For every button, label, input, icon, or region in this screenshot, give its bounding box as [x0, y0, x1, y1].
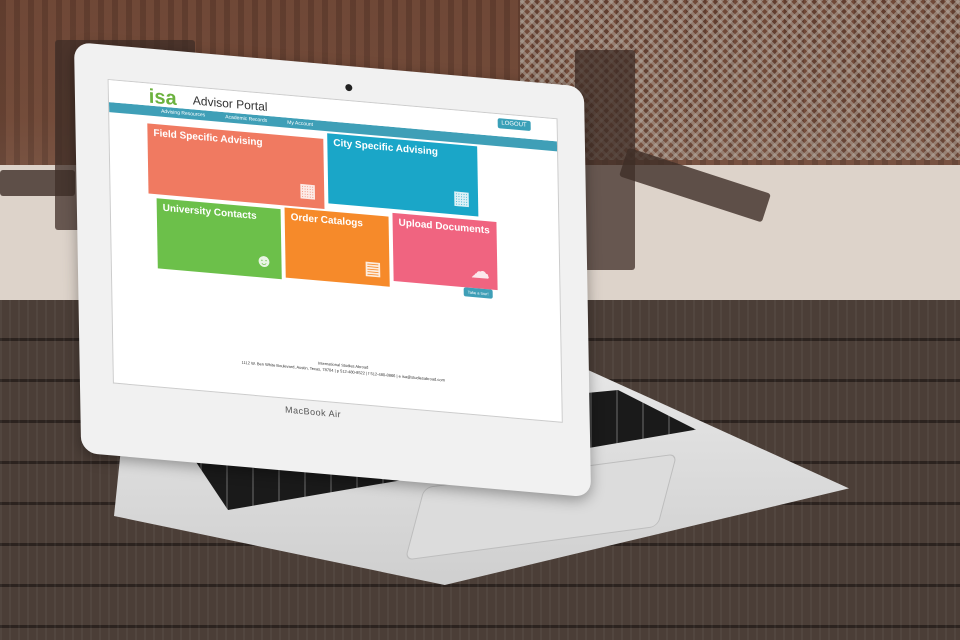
cloud-upload-icon: ☁: [471, 260, 490, 283]
chair-arm-left: [0, 170, 75, 196]
tile-label: Field Specific Advising: [153, 127, 263, 149]
logout-button[interactable]: LOGOUT: [497, 118, 531, 132]
tile-upload-documents[interactable]: Upload Documents ☁: [392, 212, 498, 291]
laptop-lid: isa Advisor Portal LOGOUT Advising Resou…: [74, 42, 592, 498]
tile-grid: Field Specific Advising ▦ City Specific …: [147, 123, 498, 292]
tile-city-specific-advising[interactable]: City Specific Advising ▦: [327, 133, 479, 217]
portal-footer: International Studies Abroad 1112 W. Ben…: [213, 351, 473, 386]
book-icon: ▤: [364, 257, 382, 279]
city-skyline-icon: ▦: [452, 187, 471, 209]
tile-label: University Contacts: [162, 202, 257, 223]
contacts-icon: ☻: [254, 249, 274, 272]
isa-logo[interactable]: isa: [149, 86, 177, 111]
tile-label: City Specific Advising: [333, 137, 439, 158]
presentation-icon: ▦: [299, 179, 317, 202]
tile-label: Order Catalogs: [290, 212, 364, 230]
tile-order-catalogs[interactable]: Order Catalogs ▤: [284, 207, 390, 287]
tile-university-contacts[interactable]: University Contacts ☻: [156, 198, 282, 280]
laptop-screen: isa Advisor Portal LOGOUT Advising Resou…: [107, 78, 563, 423]
tile-label: Upload Documents: [398, 217, 490, 237]
tile-field-specific-advising[interactable]: Field Specific Advising ▦: [147, 123, 325, 209]
camera-icon: [345, 83, 353, 92]
take-a-tour-button[interactable]: Take a tour!: [463, 287, 493, 299]
macbook-brand-label: MacBook Air: [284, 404, 342, 420]
